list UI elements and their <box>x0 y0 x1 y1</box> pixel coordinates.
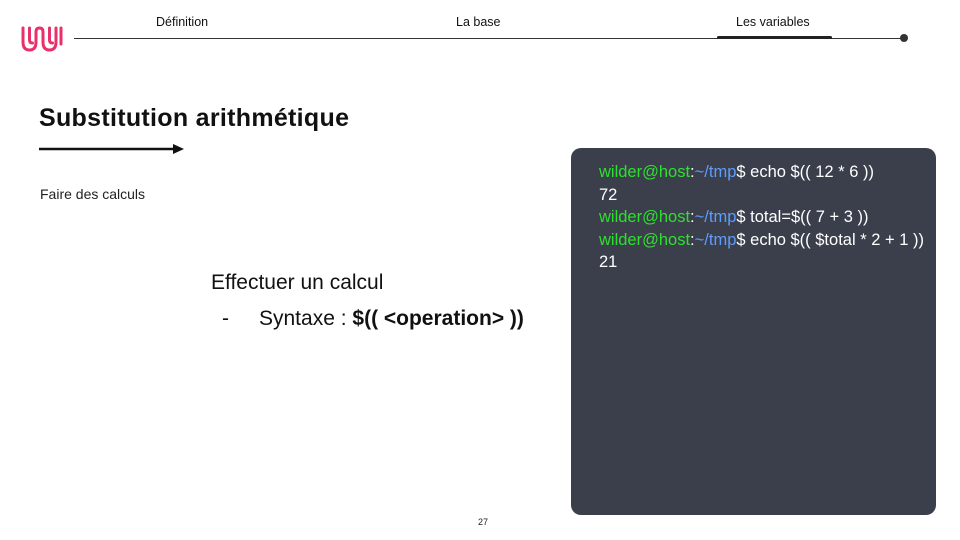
prompt-user: wilder@host <box>599 163 691 181</box>
nav-item-les-variables[interactable]: Les variables <box>736 15 810 29</box>
terminal-output: wilder@host:~/tmp$ echo $(( 12 * 6 )) 72 w… <box>599 161 924 274</box>
terminal-command: echo $(( 12 * 6 )) <box>745 163 874 181</box>
content-heading: Effectuer un calcul <box>211 271 384 294</box>
prompt-path: /tmp <box>704 208 737 226</box>
prompt-char: $ <box>736 230 746 249</box>
prompt-user: wilder@host <box>599 208 691 226</box>
prompt-user: wilder@host <box>599 230 691 249</box>
nav-active-indicator <box>717 36 832 39</box>
terminal-command: echo $(( $total * 2 + 1 )) <box>745 230 924 249</box>
arrow-right-icon <box>39 144 184 154</box>
prompt-tilde: ~ <box>694 230 705 249</box>
slide-subtitle: Faire des calculs <box>40 186 146 202</box>
prompt-path: /tmp <box>704 230 737 249</box>
syntax-label: Syntaxe : <box>259 307 353 330</box>
prompt-tilde: ~ <box>694 208 705 226</box>
nav-item-la-base[interactable]: La base <box>456 15 500 29</box>
terminal-window: wilder@host:~/tmp$ echo $(( 12 * 6 )) 72 w… <box>571 148 936 515</box>
prompt-char: $ <box>736 208 746 226</box>
nav-end-dot <box>900 34 908 42</box>
terminal-command-line: wilder@host:~/tmp$ echo $(( 12 * 6 )) <box>599 161 924 184</box>
slide-title: Substitution arithmétique <box>39 104 350 132</box>
syntax-bullet: - Syntaxe : $(( <operation> )) <box>222 307 524 331</box>
terminal-command: total=$(( 7 + 3 )) <box>745 208 869 226</box>
nav-item-definition[interactable]: Définition <box>156 15 208 29</box>
page-number: 27 <box>478 517 489 527</box>
bullet-dash: - <box>222 307 229 330</box>
prompt-char: $ <box>736 163 746 181</box>
terminal-output-line: 72 <box>599 185 618 204</box>
terminal-output-line: 21 <box>599 253 618 271</box>
prompt-path: /tmp <box>704 163 737 181</box>
syntax-code: $(( <operation> )) <box>352 307 524 330</box>
terminal-command-line: wilder@host:~/tmp$ echo $(( $total * 2 +… <box>599 229 924 252</box>
brand-logo-icon <box>21 26 63 52</box>
terminal-command-line: wilder@host:~/tmp$ total=$(( 7 + 3 )) <box>599 206 924 229</box>
prompt-tilde: ~ <box>694 163 705 181</box>
